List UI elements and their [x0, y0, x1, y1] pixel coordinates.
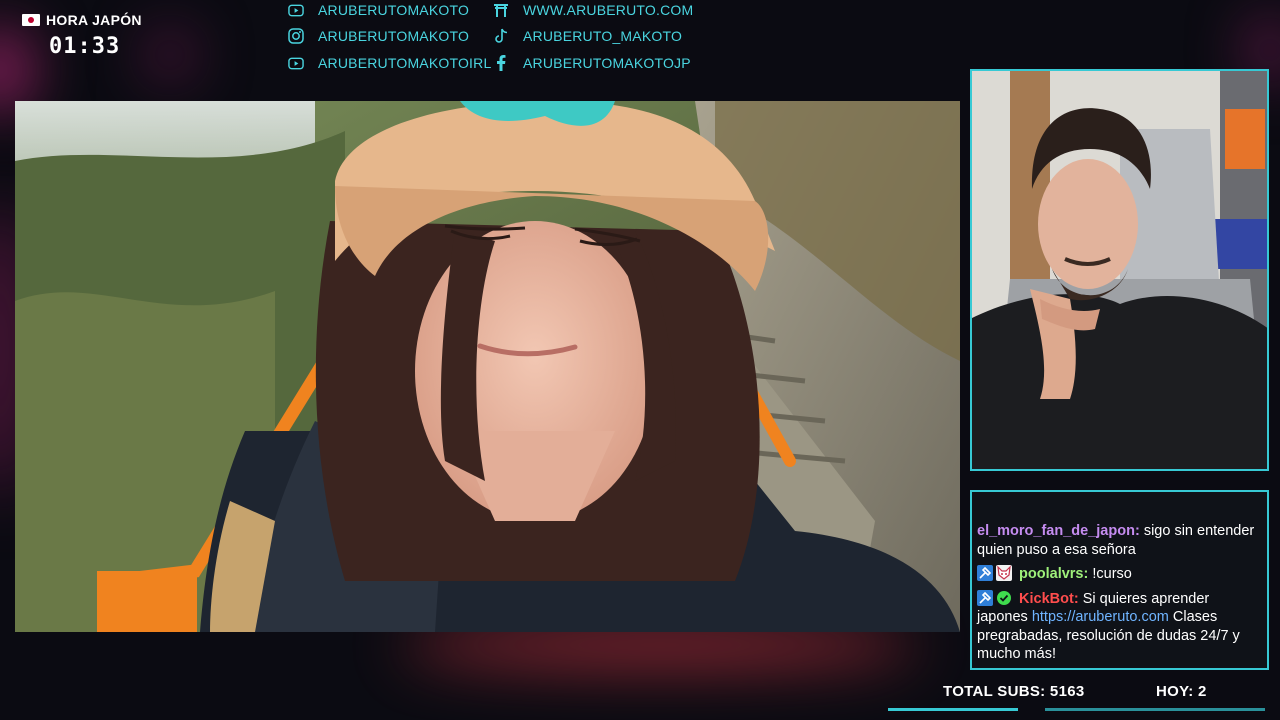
- chat-link[interactable]: https://aruberuto.com: [1032, 609, 1169, 625]
- japan-time-clock: 01:33: [49, 34, 121, 59]
- youtube-icon: [288, 2, 304, 18]
- facebook-icon: [493, 55, 509, 71]
- main-video-scene: [15, 101, 960, 632]
- social-text: ARUBERUTOMAKOTO: [318, 28, 470, 44]
- chat-username[interactable]: el_moro_fan_de_japon: [977, 523, 1135, 539]
- webcam-feed: [970, 69, 1269, 471]
- social-facebook[interactable]: ARUBERUTOMAKOTOJP: [493, 55, 691, 71]
- social-text: ARUBERUTOMAKOTOIRL: [318, 55, 492, 71]
- instagram-icon: [288, 28, 304, 44]
- torii-icon: [493, 2, 509, 18]
- chat-text: !curso: [1092, 566, 1132, 582]
- social-text: ARUBERUTOMAKOTOJP: [523, 55, 691, 71]
- social-youtube-irl[interactable]: ARUBERUTOMAKOTOIRL: [288, 55, 491, 71]
- social-text: ARUBERUTOMAKOTO: [318, 2, 470, 18]
- total-subs-counter: TOTAL SUBS: 5163: [943, 683, 1085, 700]
- tiktok-icon: [493, 28, 509, 44]
- chat-message: el_moro_fan_de_japon: sigo sin entender …: [977, 523, 1255, 558]
- japan-time-widget: HORA JAPÓN 01:33: [22, 12, 172, 59]
- stats-underline: [888, 708, 1018, 711]
- hammer-badge-icon: [977, 565, 993, 581]
- social-website[interactable]: WWW.ARUBERUTO.COM: [493, 2, 693, 18]
- japan-time-label: HORA JAPÓN: [46, 12, 142, 28]
- social-instagram[interactable]: ARUBERUTOMAKOTO: [288, 28, 469, 44]
- social-text: WWW.ARUBERUTO.COM: [523, 2, 694, 18]
- verified-badge-icon: [996, 590, 1012, 606]
- chat-username[interactable]: poolalvrs: [1019, 566, 1083, 582]
- chat-message: KickBot: Si quieres aprender japones htt…: [977, 589, 1240, 662]
- hammer-badge-icon: [977, 589, 993, 606]
- chat-panel: el_moro_fan_de_japon: sigo sin entender …: [970, 490, 1269, 670]
- social-youtube-main[interactable]: ARUBERUTOMAKOTO: [288, 2, 469, 18]
- japan-flag-icon: [22, 14, 40, 26]
- webcam-scene: [970, 69, 1269, 471]
- chat-message: poolalvrs: !curso: [977, 565, 1261, 584]
- stats-underline: [1045, 708, 1265, 711]
- social-text: ARUBERUTO_MAKOTO: [523, 28, 683, 44]
- social-tiktok[interactable]: ARUBERUTO_MAKOTO: [493, 28, 682, 44]
- chat-username[interactable]: KickBot: [1019, 591, 1074, 607]
- kitsune-badge-icon: [996, 565, 1012, 581]
- today-subs-counter: HOY: 2: [1156, 683, 1207, 700]
- main-video-feed: [15, 101, 960, 632]
- youtube-icon: [288, 55, 304, 71]
- social-links: ARUBERUTOMAKOTO ARUBERUTOMAKOTO ARUBERUT…: [288, 0, 708, 80]
